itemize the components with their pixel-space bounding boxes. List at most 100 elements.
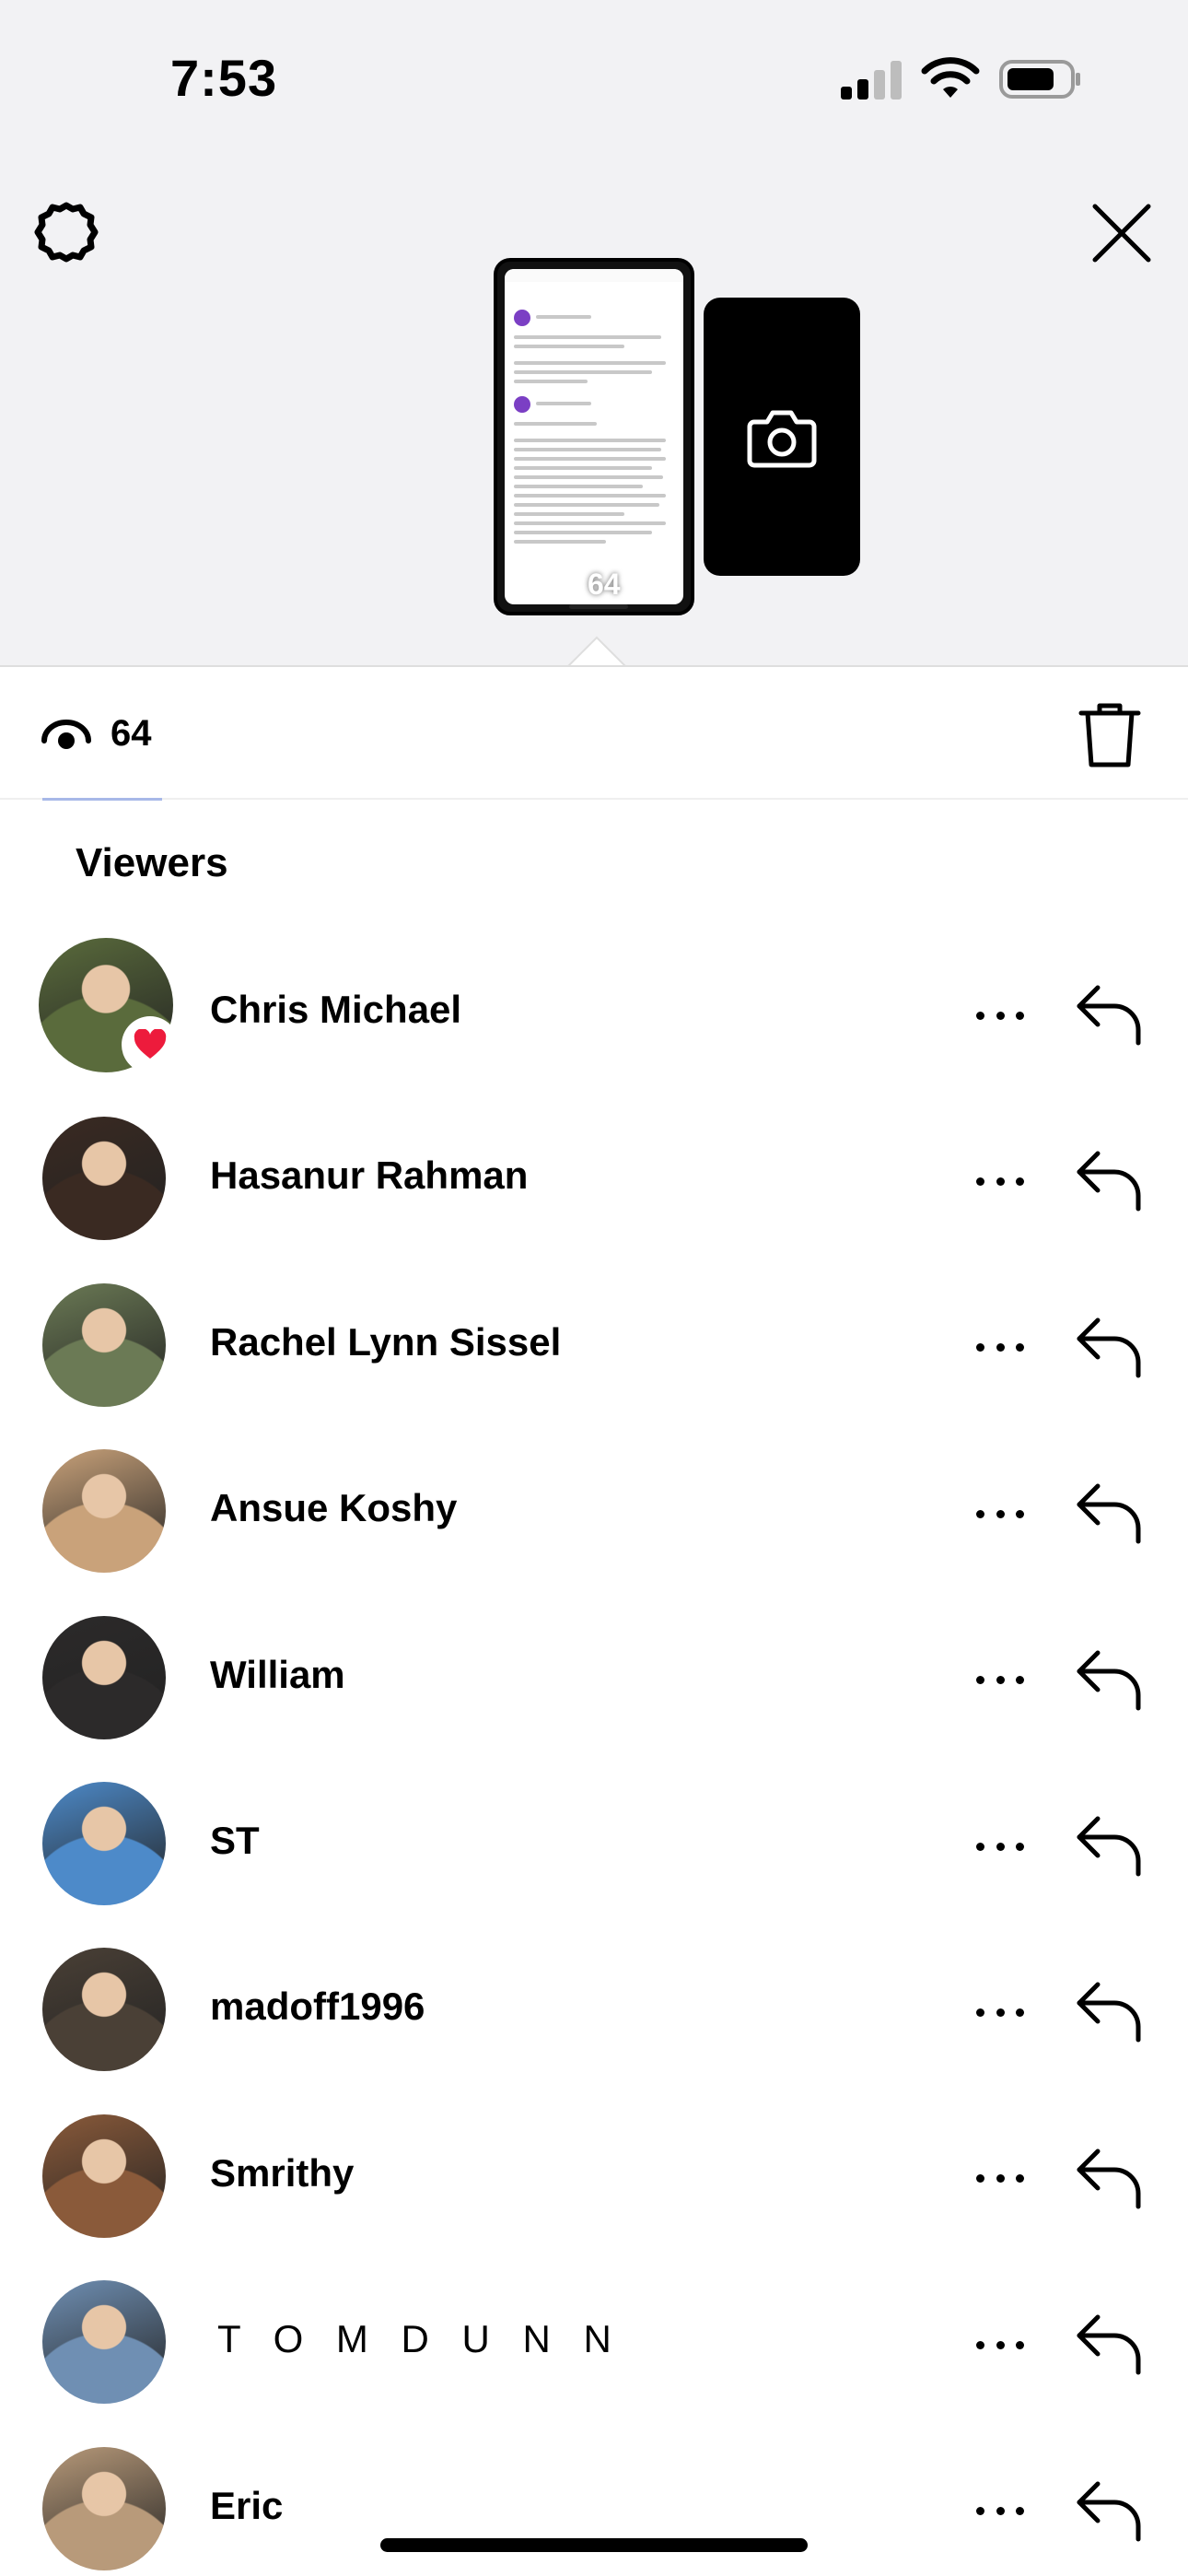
viewer-name[interactable]: Eric <box>210 2484 283 2528</box>
reply-button[interactable] <box>1074 2144 1144 2210</box>
viewer-row[interactable]: William <box>0 1596 1188 1762</box>
story-preview-area: 7:53 64 <box>0 0 1188 667</box>
reply-button[interactable] <box>1074 1479 1144 1545</box>
more-options-button[interactable] <box>976 2160 1024 2197</box>
reply-arrow-icon <box>1077 1151 1141 1212</box>
viewer-name[interactable]: Hasanur Rahman <box>210 1153 528 1198</box>
viewer-avatar[interactable] <box>42 2280 166 2405</box>
reply-button[interactable] <box>1074 1811 1144 1878</box>
camera-icon <box>747 410 817 468</box>
viewer-name[interactable]: T O M D U N N <box>217 2317 623 2361</box>
ellipsis-dot <box>976 1676 984 1685</box>
reply-arrow-icon <box>1077 1982 1141 2043</box>
ellipsis-dot <box>976 1011 984 1020</box>
more-options-button[interactable] <box>976 1329 1024 1366</box>
more-options-button[interactable] <box>976 1163 1024 1200</box>
eye-icon <box>41 720 91 749</box>
viewer-name[interactable]: madoff1996 <box>210 1985 425 2029</box>
reply-button[interactable] <box>1074 2476 1144 2543</box>
viewer-name[interactable]: ST <box>210 1819 260 1863</box>
liked-heart-badge <box>122 1016 179 1073</box>
viewer-avatar[interactable] <box>42 1948 166 2072</box>
story-thumbnail[interactable]: 64 <box>494 258 694 615</box>
ellipsis-dot <box>1016 1676 1024 1685</box>
home-indicator[interactable] <box>380 2538 808 2552</box>
close-button[interactable] <box>1082 193 1161 273</box>
ellipsis-dot <box>996 1676 1005 1685</box>
story-screenshot-content <box>505 269 683 604</box>
reply-button[interactable] <box>1074 1645 1144 1712</box>
viewers-heading: Viewers <box>76 840 228 885</box>
story-view-count-text: 64 <box>588 568 621 601</box>
status-bar: 7:53 <box>0 0 1188 157</box>
reply-arrow-icon <box>1077 1483 1141 1544</box>
viewer-name[interactable]: Smrithy <box>210 2151 354 2195</box>
reply-arrow-icon <box>1077 1317 1141 1378</box>
ellipsis-dot <box>1016 1343 1024 1352</box>
reply-button[interactable] <box>1074 980 1144 1047</box>
more-options-button[interactable] <box>976 1662 1024 1699</box>
viewer-row[interactable]: ST <box>0 1762 1188 1927</box>
viewer-avatar[interactable] <box>42 1449 166 1574</box>
delete-story-button[interactable] <box>1077 700 1142 770</box>
ellipsis-dot <box>976 2174 984 2184</box>
viewer-avatar[interactable] <box>42 1117 166 1241</box>
ellipsis-dot <box>996 2174 1005 2184</box>
viewer-row[interactable]: T O M D U N N <box>0 2260 1188 2426</box>
ellipsis-dot <box>996 2008 1005 2017</box>
viewer-avatar[interactable] <box>42 1782 166 1905</box>
selection-pointer <box>567 636 626 667</box>
more-options-button[interactable] <box>976 2326 1024 2363</box>
views-count[interactable]: 64 <box>111 713 152 755</box>
viewer-name[interactable]: Rachel Lynn Sissel <box>210 1320 561 1364</box>
viewer-avatar[interactable] <box>42 1282 166 1407</box>
views-tab-indicator <box>42 798 162 801</box>
reply-arrow-icon <box>1077 1816 1141 1877</box>
viewer-name[interactable]: Chris Michael <box>210 988 461 1032</box>
trash-icon <box>1078 703 1141 767</box>
more-options-button[interactable] <box>976 2493 1024 2530</box>
ellipsis-dot <box>976 2340 984 2349</box>
add-story-camera-button[interactable] <box>704 298 860 576</box>
viewer-row[interactable]: Smrithy <box>0 2094 1188 2260</box>
cellular-signal-icon <box>841 61 905 100</box>
reply-button[interactable] <box>1074 2310 1144 2376</box>
viewer-avatar[interactable] <box>42 2113 166 2238</box>
ellipsis-dot <box>1016 2008 1024 2017</box>
eye-icon <box>553 580 582 593</box>
reply-button[interactable] <box>1074 1313 1144 1379</box>
viewer-avatar[interactable] <box>42 2446 166 2570</box>
ellipsis-dot <box>976 1842 984 1851</box>
battery-icon <box>999 60 1080 99</box>
ellipsis-dot <box>996 1011 1005 1020</box>
viewer-row[interactable]: Ansue Koshy <box>0 1429 1188 1595</box>
more-options-button[interactable] <box>976 997 1024 1034</box>
story-view-count: 64 <box>553 568 621 602</box>
viewer-row[interactable]: Hasanur Rahman <box>0 1096 1188 1262</box>
ellipsis-dot <box>1016 1177 1024 1186</box>
viewer-row[interactable]: Chris Michael <box>0 931 1188 1096</box>
reply-button[interactable] <box>1074 1977 1144 2043</box>
close-icon <box>1092 204 1151 263</box>
reply-arrow-icon <box>1077 2149 1141 2209</box>
reply-arrow-icon <box>1077 1650 1141 1711</box>
viewer-row[interactable]: Rachel Lynn Sissel <box>0 1263 1188 1429</box>
ellipsis-dot <box>976 2507 984 2516</box>
more-options-button[interactable] <box>976 1495 1024 1532</box>
settings-gear-button[interactable] <box>28 193 105 271</box>
heart-icon <box>134 1029 167 1059</box>
more-options-button[interactable] <box>976 1994 1024 2031</box>
viewer-name[interactable]: William <box>210 1653 345 1697</box>
ellipsis-dot <box>976 1177 984 1186</box>
more-options-button[interactable] <box>976 1828 1024 1865</box>
viewer-name[interactable]: Ansue Koshy <box>210 1486 457 1530</box>
views-bar: 64 <box>0 665 1188 801</box>
viewer-row[interactable]: Eric <box>0 2427 1188 2576</box>
reply-arrow-icon <box>1077 2481 1141 2542</box>
reply-arrow-icon <box>1077 2314 1141 2375</box>
viewer-avatar[interactable] <box>42 1615 166 1739</box>
ellipsis-dot <box>996 1509 1005 1518</box>
ellipsis-dot <box>976 1343 984 1352</box>
reply-button[interactable] <box>1074 1146 1144 1212</box>
viewer-row[interactable]: madoff1996 <box>0 1927 1188 2093</box>
